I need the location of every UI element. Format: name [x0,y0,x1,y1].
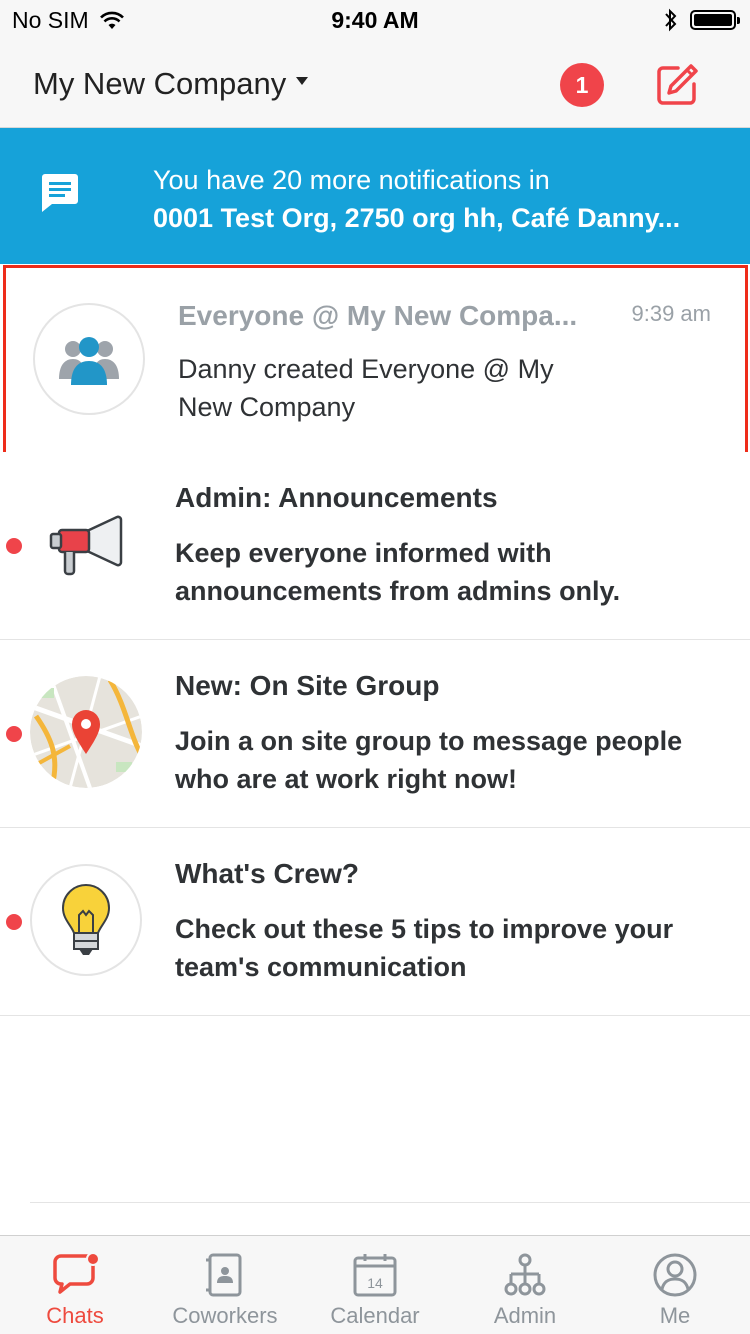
notification-badge[interactable]: 1 [560,63,604,107]
unread-dot [6,726,22,742]
company-name: My New Company [33,66,287,101]
banner-line-2: 0001 Test Org, 2750 org hh, Café Danny..… [153,203,681,233]
chat-preview: Join a on site group to message people w… [175,726,683,794]
profile-icon [653,1253,697,1297]
chat-avatar [33,303,145,415]
map-pin-icon [30,676,142,788]
chat-title: What's Crew? [175,858,360,889]
chat-avatar [30,676,142,788]
chat-title: Everyone @ My New Compa... [178,300,578,331]
chat-item-whats-crew[interactable]: What's Crew? Check out these 5 tips to i… [0,828,750,1016]
tab-chats[interactable]: Chats [0,1236,150,1334]
message-icon [42,174,78,212]
company-switcher[interactable]: My New Company [33,66,309,102]
contacts-icon [206,1253,242,1297]
tab-label: Coworkers [172,1303,278,1328]
chat-item-everyone[interactable]: Everyone @ My New Compa... 9:39 am Danny… [3,265,748,457]
unread-dot [6,914,22,930]
chat-time: 9:39 am [631,301,712,326]
tab-calendar[interactable]: 14 Calendar [300,1236,450,1334]
group-icon [59,337,119,385]
unread-dot [6,538,22,554]
chat-avatar [30,488,142,600]
chat-title: Admin: Announcements [175,482,498,513]
chat-preview: Check out these 5 tips to improve your t… [175,914,674,982]
chat-preview: Keep everyone informed with announcement… [175,538,621,606]
chat-preview: Danny created Everyone @ My New Company [178,354,554,422]
list-divider [30,1202,750,1203]
caret-down-icon [296,77,309,85]
chat-avatar [30,864,142,976]
calendar-icon: 14 [353,1254,397,1297]
chat-bubble-icon [53,1252,100,1294]
tab-me[interactable]: Me [600,1236,750,1334]
calendar-day: 14 [367,1275,383,1291]
clock: 9:40 AM [331,7,419,33]
app-header: My New Company 1 [0,40,750,128]
chat-item-on-site-group[interactable]: New: On Site Group Join a on site group … [0,640,750,828]
megaphone-icon [49,515,123,576]
tab-bar: Chats Coworkers 14 Calendar Admin Me [0,1235,750,1334]
bluetooth-icon [665,8,677,32]
tab-coworkers[interactable]: Coworkers [150,1236,300,1334]
tab-admin[interactable]: Admin [450,1236,600,1334]
battery-icon [690,10,740,30]
chat-item-announcements[interactable]: Admin: Announcements Keep everyone infor… [0,452,750,640]
tab-label: Admin [493,1303,557,1328]
notifications-banner[interactable]: You have 20 more notifications in 0001 T… [0,128,750,264]
tab-label: Me [659,1303,691,1328]
compose-icon[interactable] [654,62,700,108]
status-bar: No SIM 9:40 AM [0,0,750,40]
banner-line-1: You have 20 more notifications in [153,165,550,195]
lightbulb-icon [61,883,111,955]
chat-title: New: On Site Group [175,670,440,701]
tab-label: Calendar [330,1303,420,1328]
tab-label: Chats [46,1303,104,1328]
org-chart-icon [504,1253,546,1296]
